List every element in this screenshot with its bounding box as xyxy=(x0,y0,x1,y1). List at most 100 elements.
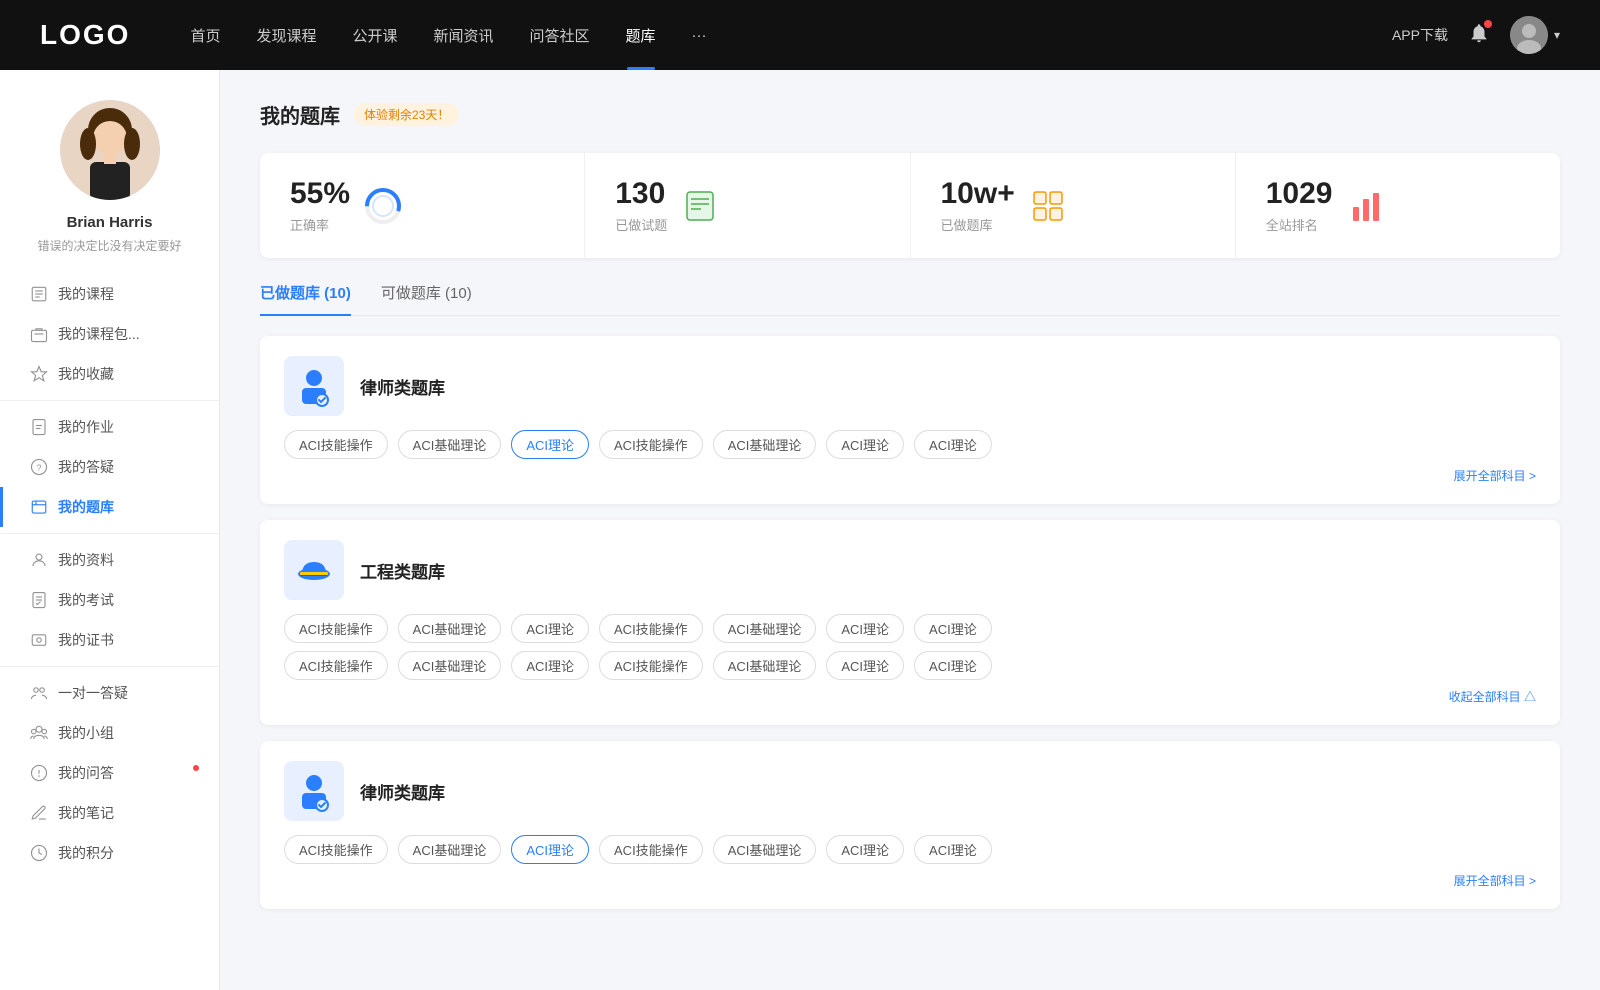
tag-lawyer-2-6[interactable]: ACI理论 xyxy=(914,835,992,864)
tag-eng-0[interactable]: ACI技能操作 xyxy=(284,614,388,643)
collapse-link-engineer[interactable]: 收起全部科目 △ xyxy=(284,688,1536,705)
sidebar-item-qa[interactable]: ? 我的答疑 xyxy=(0,447,219,487)
tag-eng-4[interactable]: ACI基础理论 xyxy=(713,614,817,643)
sidebar-item-favorites[interactable]: 我的收藏 xyxy=(0,354,219,394)
nav-more[interactable]: ··· xyxy=(692,27,707,44)
sidebar-label-cert: 我的证书 xyxy=(58,630,114,650)
tag-eng-5[interactable]: ACI理论 xyxy=(826,614,904,643)
sidebar-item-notes[interactable]: 我的笔记 xyxy=(0,793,219,833)
sidebar-item-homework[interactable]: 我的作业 xyxy=(0,407,219,447)
tag-eng-r2-1[interactable]: ACI基础理论 xyxy=(398,651,502,680)
tag-lawyer-2-5[interactable]: ACI理论 xyxy=(826,835,904,864)
chevron-down-icon: ▾ xyxy=(1554,28,1560,42)
tab-available-banks[interactable]: 可做题库 (10) xyxy=(381,282,472,315)
sidebar-divider-2 xyxy=(0,533,219,534)
trial-badge: 体验剩余23天！ xyxy=(354,103,459,126)
tag-eng-1[interactable]: ACI基础理论 xyxy=(398,614,502,643)
tag-eng-r2-4[interactable]: ACI基础理论 xyxy=(713,651,817,680)
sidebar-item-1on1[interactable]: 一对一答疑 xyxy=(0,673,219,713)
stat-ranking-label: 全站排名 xyxy=(1266,215,1333,234)
tag-eng-3[interactable]: ACI技能操作 xyxy=(599,614,703,643)
sidebar-label-points: 我的积分 xyxy=(58,843,114,863)
page-header: 我的题库 体验剩余23天！ xyxy=(260,100,1560,129)
qa-dot xyxy=(193,765,199,771)
tag-eng-r2-6[interactable]: ACI理论 xyxy=(914,651,992,680)
nav-discover[interactable]: 发现课程 xyxy=(256,25,316,46)
grid-icon xyxy=(1029,187,1067,225)
logo[interactable]: LOGO xyxy=(40,19,130,51)
bank-card-header-1: 律师类题库 xyxy=(284,356,1536,416)
navbar: LOGO 首页 发现课程 公开课 新闻资讯 问答社区 题库 ··· APP下载 … xyxy=(0,0,1600,70)
tag-lawyer-1-2[interactable]: ACI理论 xyxy=(511,430,589,459)
tag-eng-r2-2[interactable]: ACI理论 xyxy=(511,651,589,680)
nav-news[interactable]: 新闻资讯 xyxy=(434,25,494,46)
tags-row-lawyer-2: ACI技能操作 ACI基础理论 ACI理论 ACI技能操作 ACI基础理论 AC… xyxy=(284,835,1536,864)
sidebar: Brian Harris 错误的决定比没有决定要好 我的课程 我的课程包... … xyxy=(0,70,220,990)
main-content: 我的题库 体验剩余23天！ 55% 正确率 130 xyxy=(220,70,1600,990)
expand-link-lawyer-2[interactable]: 展开全部科目 > xyxy=(284,872,1536,889)
bank-card-lawyer-2: 律师类题库 ACI技能操作 ACI基础理论 ACI理论 ACI技能操作 ACI基… xyxy=(260,741,1560,909)
sidebar-menu: 我的课程 我的课程包... 我的收藏 我的作业 ? 我的答疑 我的题库 xyxy=(0,274,219,873)
tab-done-banks[interactable]: 已做题库 (10) xyxy=(260,282,351,315)
stat-ranking: 1029 全站排名 xyxy=(1236,153,1560,258)
page-title: 我的题库 xyxy=(260,100,340,129)
user-avatar-wrap[interactable]: ▾ xyxy=(1510,16,1560,54)
nav-qa[interactable]: 问答社区 xyxy=(530,25,590,46)
tag-eng-r2-0[interactable]: ACI技能操作 xyxy=(284,651,388,680)
expand-link-lawyer-1[interactable]: 展开全部科目 > xyxy=(284,467,1536,484)
tags-row-lawyer-1: ACI技能操作 ACI基础理论 ACI理论 ACI技能操作 ACI基础理论 AC… xyxy=(284,430,1536,459)
sidebar-divider-1 xyxy=(0,400,219,401)
tag-lawyer-2-0[interactable]: ACI技能操作 xyxy=(284,835,388,864)
tag-eng-r2-3[interactable]: ACI技能操作 xyxy=(599,651,703,680)
tag-eng-2[interactable]: ACI理论 xyxy=(511,614,589,643)
tag-lawyer-1-0[interactable]: ACI技能操作 xyxy=(284,430,388,459)
tag-eng-r2-5[interactable]: ACI理论 xyxy=(826,651,904,680)
tag-lawyer-1-3[interactable]: ACI技能操作 xyxy=(599,430,703,459)
bank-icon-lawyer-1 xyxy=(284,356,344,416)
sidebar-label-qa: 我的答疑 xyxy=(58,457,114,477)
tag-lawyer-1-5[interactable]: ACI理论 xyxy=(826,430,904,459)
bank-card-header-3: 律师类题库 xyxy=(284,761,1536,821)
sidebar-item-my-course[interactable]: 我的课程 xyxy=(0,274,219,314)
tags-row-engineer-1: ACI技能操作 ACI基础理论 ACI理论 ACI技能操作 ACI基础理论 AC… xyxy=(284,614,1536,643)
tag-lawyer-2-1[interactable]: ACI基础理论 xyxy=(398,835,502,864)
sidebar-divider-3 xyxy=(0,666,219,667)
profile-name: Brian Harris xyxy=(67,214,153,231)
notification-bell[interactable] xyxy=(1468,22,1490,49)
sidebar-item-cert[interactable]: 我的证书 xyxy=(0,620,219,660)
tag-eng-6[interactable]: ACI理论 xyxy=(914,614,992,643)
tag-lawyer-1-6[interactable]: ACI理论 xyxy=(914,430,992,459)
sidebar-item-my-qa[interactable]: 我的问答 xyxy=(0,753,219,793)
bank-title-engineer: 工程类题库 xyxy=(360,558,445,583)
sidebar-item-bank[interactable]: 我的题库 xyxy=(0,487,219,527)
sidebar-item-exam[interactable]: 我的考试 xyxy=(0,580,219,620)
tag-lawyer-1-4[interactable]: ACI基础理论 xyxy=(713,430,817,459)
nav-open-course[interactable]: 公开课 xyxy=(352,25,397,46)
sidebar-item-profile[interactable]: 我的资料 xyxy=(0,540,219,580)
tag-lawyer-2-4[interactable]: ACI基础理论 xyxy=(713,835,817,864)
tag-lawyer-1-1[interactable]: ACI基础理论 xyxy=(398,430,502,459)
nav-home[interactable]: 首页 xyxy=(190,25,220,46)
tag-lawyer-2-2[interactable]: ACI理论 xyxy=(511,835,589,864)
bank-card-lawyer-1: 律师类题库 ACI技能操作 ACI基础理论 ACI理论 ACI技能操作 ACI基… xyxy=(260,336,1560,504)
tags-row-engineer-2: ACI技能操作 ACI基础理论 ACI理论 ACI技能操作 ACI基础理论 AC… xyxy=(284,651,1536,680)
tag-lawyer-2-3[interactable]: ACI技能操作 xyxy=(599,835,703,864)
stat-accuracy-label: 正确率 xyxy=(290,215,350,234)
sidebar-item-course-package[interactable]: 我的课程包... xyxy=(0,314,219,354)
svg-text:?: ? xyxy=(36,463,41,473)
sidebar-item-points[interactable]: 我的积分 xyxy=(0,833,219,873)
stat-done-questions-label: 已做试题 xyxy=(615,215,667,234)
sidebar-label-course-package: 我的课程包... xyxy=(58,324,140,344)
app-download-button[interactable]: APP下载 xyxy=(1392,25,1448,45)
sidebar-label-my-course: 我的课程 xyxy=(58,284,114,304)
nav-bank[interactable]: 题库 xyxy=(626,25,656,46)
sidebar-label-bank: 我的题库 xyxy=(58,497,114,517)
list-icon xyxy=(681,187,719,225)
stat-done-banks: 10w+ 已做题库 xyxy=(911,153,1236,258)
sidebar-label-group: 我的小组 xyxy=(58,723,114,743)
sidebar-item-group[interactable]: 我的小组 xyxy=(0,713,219,753)
notification-dot xyxy=(1484,20,1492,28)
sidebar-label-homework: 我的作业 xyxy=(58,417,114,437)
bank-card-engineer: 工程类题库 ACI技能操作 ACI基础理论 ACI理论 ACI技能操作 ACI基… xyxy=(260,520,1560,725)
sidebar-label-profile: 我的资料 xyxy=(58,550,114,570)
